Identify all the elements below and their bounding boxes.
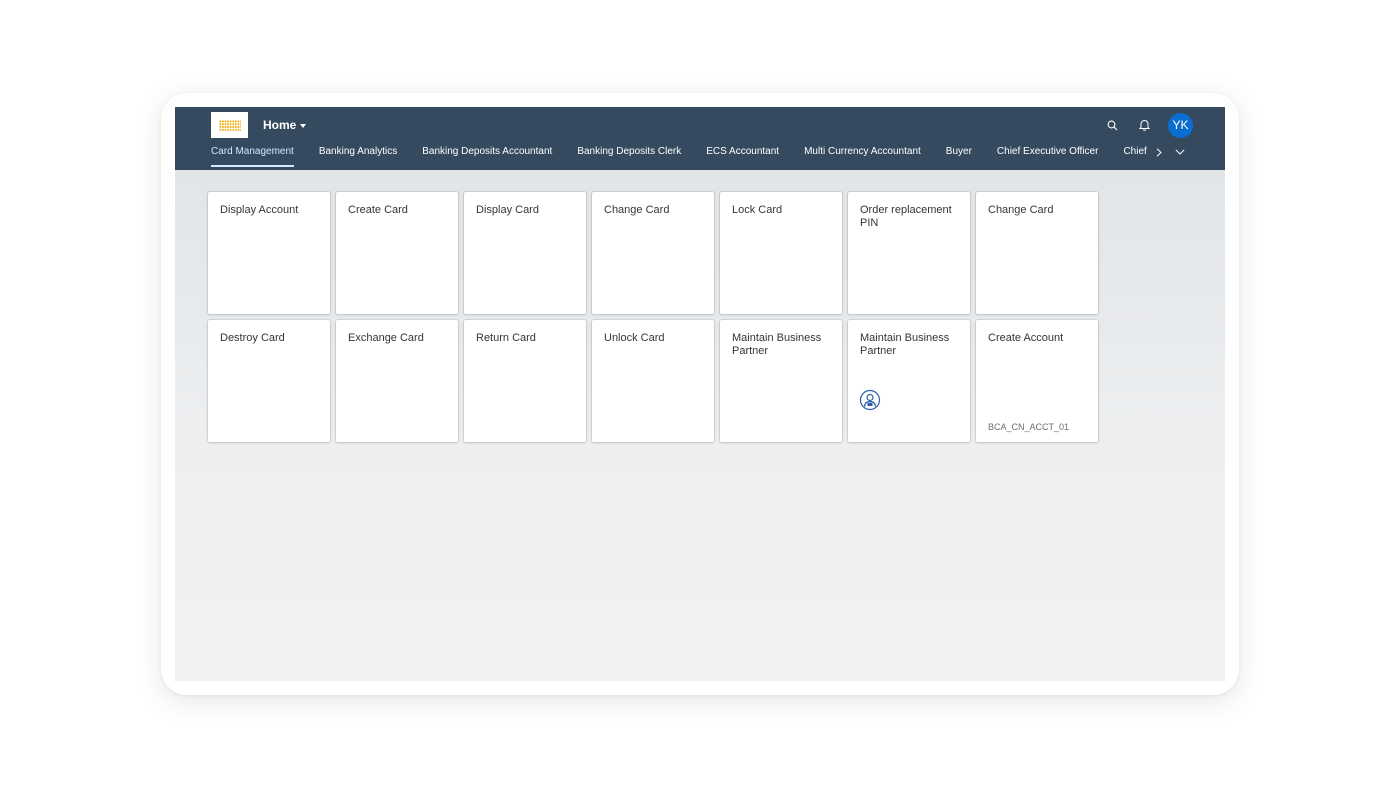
shell-actions: YK [1104, 112, 1193, 138]
tile-title: Exchange Card [348, 332, 424, 344]
tile-title: Destroy Card [220, 332, 285, 344]
tile-title: Change Card [988, 204, 1054, 216]
tile-change-card-2[interactable]: Change Card [976, 192, 1098, 314]
avatar-initials: YK [1172, 118, 1189, 132]
tile-title: Maintain Business Partner [732, 332, 822, 357]
company-logo[interactable] [211, 112, 248, 138]
tile-return-card[interactable]: Return Card [464, 320, 586, 442]
tab-banking-deposits-accountant[interactable]: Banking Deposits Accountant [422, 145, 552, 167]
launchpad-screen: Home YK Card Management Banking Analytic… [175, 107, 1225, 681]
tile-title: Create Account [988, 332, 1064, 344]
notifications-button[interactable] [1136, 112, 1153, 138]
group-tabs: Card Management Banking Analytics Bankin… [211, 145, 1147, 170]
shell-bar: Home YK Card Management Banking Analytic… [175, 107, 1225, 170]
tile-footer-info: BCA_CN_ACCT_01 [988, 422, 1070, 432]
tile-lock-card[interactable]: Lock Card [720, 192, 842, 314]
tab-buyer[interactable]: Buyer [946, 145, 972, 167]
tile-order-replacement-pin[interactable]: Order replacement PIN [848, 192, 970, 314]
tile-destroy-card[interactable]: Destroy Card [208, 320, 330, 442]
tile-display-card[interactable]: Display Card [464, 192, 586, 314]
tile-unlock-card[interactable]: Unlock Card [592, 320, 714, 442]
tab-overflow-button[interactable] [1173, 145, 1187, 159]
chevron-down-icon [1175, 149, 1185, 155]
tab-banking-analytics[interactable]: Banking Analytics [319, 145, 397, 167]
tab-scroll-right-button[interactable] [1153, 145, 1165, 159]
chevron-right-icon [1156, 147, 1162, 157]
tab-chief-executive-officer[interactable]: Chief Executive Officer [997, 145, 1099, 167]
tile-maintain-business-partner-2[interactable]: Maintain Business Partner [848, 320, 970, 442]
tab-ecs-accountant[interactable]: ECS Accountant [706, 145, 779, 167]
tile-create-card[interactable]: Create Card [336, 192, 458, 314]
tab-banking-deposits-clerk[interactable]: Banking Deposits Clerk [577, 145, 681, 167]
tile-title: Order replacement PIN [860, 204, 952, 229]
home-menu-label: Home [263, 118, 297, 132]
tile-title: Lock Card [732, 204, 783, 216]
tab-chief-marketing[interactable]: Chief Marke [1123, 145, 1147, 167]
tab-multi-currency-accountant[interactable]: Multi Currency Accountant [804, 145, 921, 167]
tile-title: Maintain Business Partner [860, 332, 950, 357]
tile-title: Create Card [348, 204, 408, 216]
caret-down-icon [300, 123, 307, 128]
tile-change-card[interactable]: Change Card [592, 192, 714, 314]
tile-exchange-card[interactable]: Exchange Card [336, 320, 458, 442]
tile-title: Return Card [476, 332, 536, 344]
user-avatar[interactable]: YK [1168, 112, 1193, 138]
bell-icon [1139, 120, 1150, 131]
tile-grid: Display Account Create Card Display Card… [208, 192, 1098, 442]
tile-title: Display Card [476, 204, 539, 216]
search-button[interactable] [1104, 112, 1121, 138]
home-menu-button[interactable]: Home [263, 116, 307, 134]
tab-card-management[interactable]: Card Management [211, 145, 294, 167]
tile-title: Unlock Card [604, 332, 665, 344]
logo-dots-icon [218, 119, 241, 131]
tile-title: Display Account [220, 204, 299, 216]
tile-display-account[interactable]: Display Account [208, 192, 330, 314]
tile-title: Change Card [604, 204, 670, 216]
search-icon [1107, 120, 1118, 130]
business-partner-icon [859, 389, 881, 411]
tile-maintain-business-partner[interactable]: Maintain Business Partner [720, 320, 842, 442]
tile-create-account[interactable]: Create Account BCA_CN_ACCT_01 [976, 320, 1098, 442]
